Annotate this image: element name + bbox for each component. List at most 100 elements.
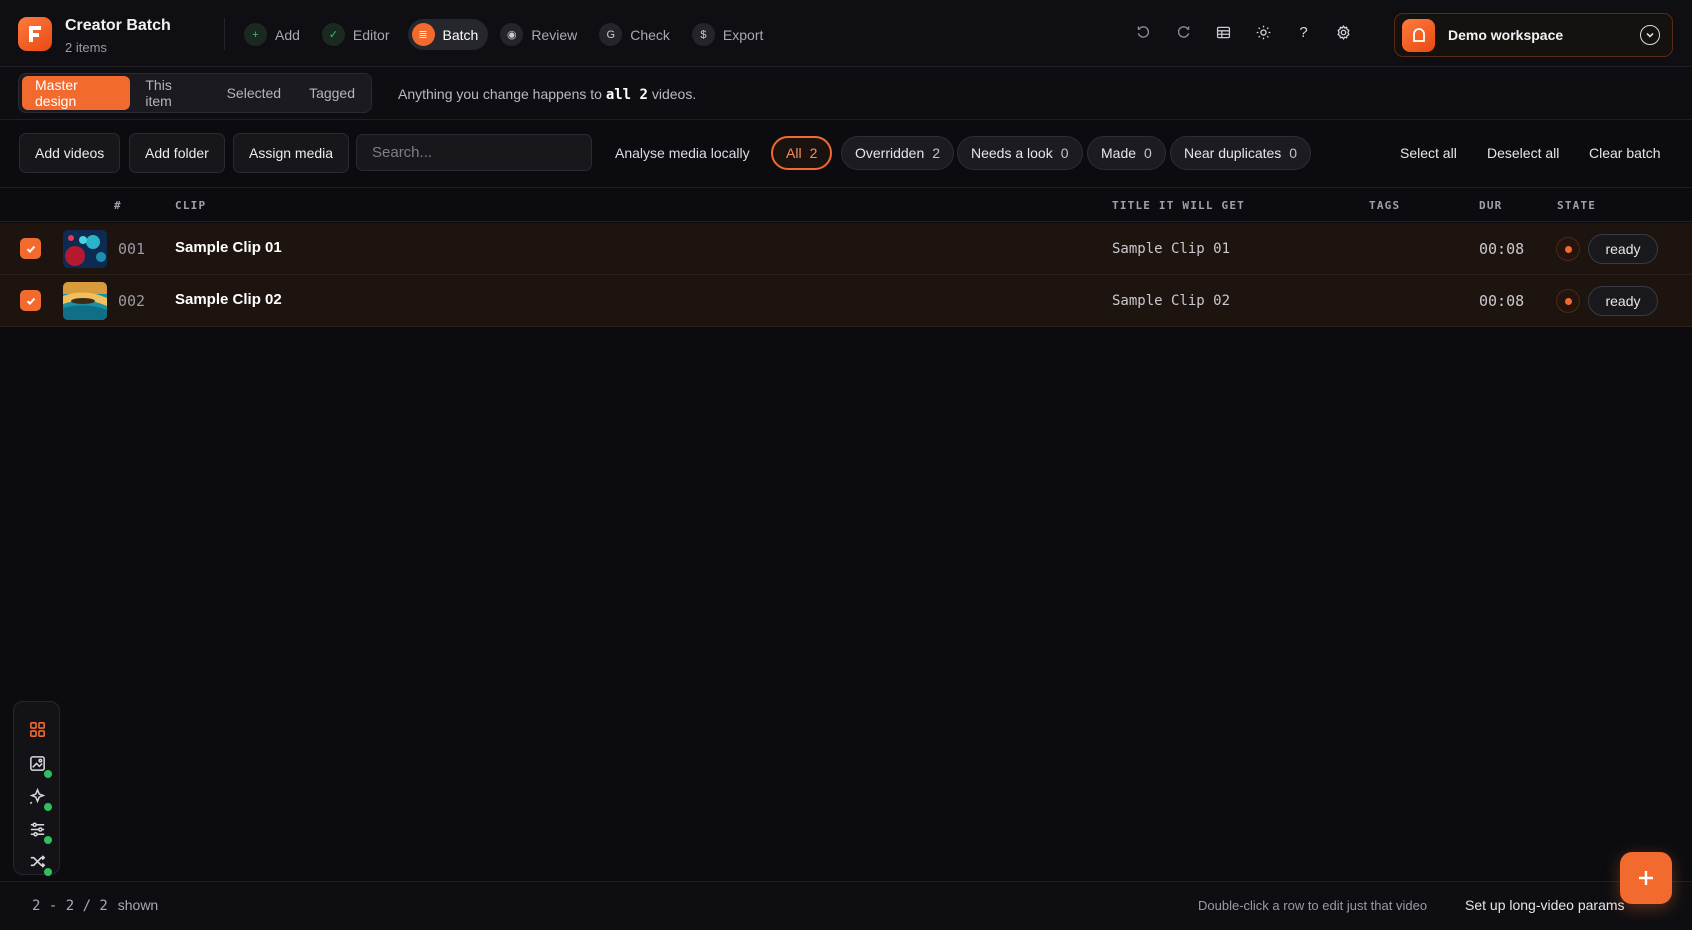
check-icon: ✓ <box>321 23 345 46</box>
undo-icon[interactable] <box>1133 22 1154 43</box>
filter-needs-a-look[interactable]: Needs a look 0 <box>957 136 1083 170</box>
step-add[interactable]: + Add <box>240 19 310 50</box>
scope-this-item[interactable]: This item <box>132 76 211 110</box>
add-folder-button[interactable]: Add folder <box>129 133 225 173</box>
add-videos-button[interactable]: Add videos <box>19 133 121 173</box>
plus-icon: + <box>244 23 267 46</box>
col-clip[interactable]: CLIP <box>175 199 206 212</box>
filter-near-duplicates[interactable]: Near duplicates 0 <box>1170 136 1312 170</box>
table-row[interactable]: 001 Sample Clip 01 Sample Clip 01 00:08 … <box>0 223 1692 275</box>
filter-all[interactable]: All 2 <box>771 136 833 170</box>
filter-label: Overridden <box>855 145 925 161</box>
filter-count: 0 <box>1289 145 1298 161</box>
help-icon[interactable]: ? <box>1293 22 1314 43</box>
sliders-icon[interactable] <box>26 818 52 844</box>
long-video-params-link[interactable]: Set up long-video params <box>1465 897 1625 913</box>
dollar-icon: $ <box>691 23 715 46</box>
workspace-name: Demo workspace <box>1448 27 1564 43</box>
footer-bar: 2 - 2 / 2 shown Double-click a row to ed… <box>0 881 1692 930</box>
clip-name: Sample Clip 02 <box>175 291 282 308</box>
table-icon[interactable] <box>1213 22 1234 43</box>
assign-media-button[interactable]: Assign media <box>233 133 350 173</box>
filter-count: 0 <box>1144 145 1152 161</box>
col-dur[interactable]: DUR <box>1479 199 1502 212</box>
row-checkbox[interactable] <box>20 290 41 311</box>
filter-count: 2 <box>809 145 818 161</box>
sun-icon[interactable] <box>1253 22 1274 43</box>
analyse-media-toggle[interactable]: Analyse media locally <box>615 145 750 161</box>
filter-label: Near duplicates <box>1184 145 1282 161</box>
row-number: 002 <box>118 292 146 310</box>
table-header: # CLIP TITLE IT WILL GET TAGS DUR STATE <box>0 188 1692 222</box>
shuffle-icon[interactable] <box>26 850 52 876</box>
shown-range: 2 - 2 / 2 <box>32 898 108 914</box>
step-batch[interactable]: ≣ Batch <box>407 19 489 50</box>
footer-hint: Double-click a row to edit just that vid… <box>1198 898 1428 913</box>
scope-tagged[interactable]: Tagged <box>296 76 368 110</box>
step-review[interactable]: ◉ Review <box>496 19 587 50</box>
step-label: Review <box>531 26 578 43</box>
status-dot <box>44 770 52 778</box>
shown-count: 2 - 2 / 2 shown <box>32 897 158 914</box>
workspace-switcher[interactable]: Demo workspace <box>1394 13 1673 57</box>
item-count: 2 items <box>65 40 107 55</box>
scope-selector: Master design This item Selected Tagged <box>18 73 372 113</box>
shown-suffix: shown <box>117 897 159 913</box>
step-editor[interactable]: ✓ Editor <box>318 19 400 50</box>
grid-icon[interactable] <box>26 718 48 740</box>
row-checkbox[interactable] <box>20 238 41 259</box>
col-num[interactable]: # <box>114 199 122 212</box>
scope-message-count: all 2 <box>605 87 648 103</box>
state-indicator <box>1556 237 1580 261</box>
workflow-steps: + Add ✓ Editor ≣ Batch ◉ Review G Check … <box>240 19 773 50</box>
table-row[interactable]: 002 Sample Clip 02 Sample Clip 02 00:08 … <box>0 275 1692 327</box>
status-badge[interactable]: ready <box>1588 286 1658 316</box>
step-check[interactable]: G Check <box>595 19 680 50</box>
clip-thumbnail <box>63 230 107 268</box>
step-label: Add <box>275 26 300 43</box>
scope-message-prefix: Anything you change happens to <box>398 86 602 102</box>
select-all-button[interactable]: Select all <box>1400 145 1457 161</box>
eye-icon: ◉ <box>500 23 524 46</box>
sparkle-icon[interactable] <box>26 785 52 811</box>
row-number: 001 <box>118 240 146 258</box>
list-icon: ≣ <box>411 23 435 46</box>
workspace-avatar <box>1402 18 1435 52</box>
step-label: Export <box>722 26 764 43</box>
filter-overridden[interactable]: Overridden 2 <box>841 136 955 170</box>
check-circle-icon: G <box>599 23 623 46</box>
app-title: Creator Batch <box>65 17 171 34</box>
chevron-down-icon <box>1640 25 1660 45</box>
add-fab-button[interactable] <box>1620 852 1672 904</box>
state-indicator <box>1556 289 1580 313</box>
batch-toolbar: Add videos Add folder Assign media Analy… <box>0 120 1692 188</box>
scope-selected[interactable]: Selected <box>214 76 294 110</box>
app-logo <box>18 17 52 51</box>
status-dot <box>44 836 52 844</box>
tool-rail <box>13 701 60 876</box>
filter-count: 0 <box>1060 145 1069 161</box>
filter-label: All <box>786 145 802 161</box>
clear-batch-button[interactable]: Clear batch <box>1589 145 1661 161</box>
clip-duration: 00:08 <box>1479 240 1525 258</box>
image-icon[interactable] <box>26 752 52 778</box>
col-tags[interactable]: TAGS <box>1369 199 1400 212</box>
step-export[interactable]: $ Export <box>688 19 773 50</box>
scope-bar: Master design This item Selected Tagged … <box>0 67 1692 120</box>
search-input[interactable] <box>356 134 592 171</box>
col-state[interactable]: STATE <box>1557 199 1596 212</box>
toolbar-icons: ? <box>1133 22 1354 43</box>
redo-icon[interactable] <box>1173 22 1194 43</box>
clip-thumbnail <box>63 282 107 320</box>
status-badge[interactable]: ready <box>1588 234 1658 264</box>
step-label: Batch <box>442 26 479 43</box>
plus-icon <box>1639 871 1653 885</box>
top-bar: Creator Batch 2 items + Add ✓ Editor ≣ B… <box>0 0 1692 67</box>
col-title[interactable]: TITLE IT WILL GET <box>1112 199 1245 212</box>
clip-name: Sample Clip 01 <box>175 239 282 256</box>
deselect-all-button[interactable]: Deselect all <box>1487 145 1559 161</box>
status-dot <box>44 803 52 811</box>
scope-master-design[interactable]: Master design <box>22 76 131 110</box>
gear-icon[interactable] <box>1333 22 1354 43</box>
filter-made[interactable]: Made 0 <box>1087 136 1166 170</box>
